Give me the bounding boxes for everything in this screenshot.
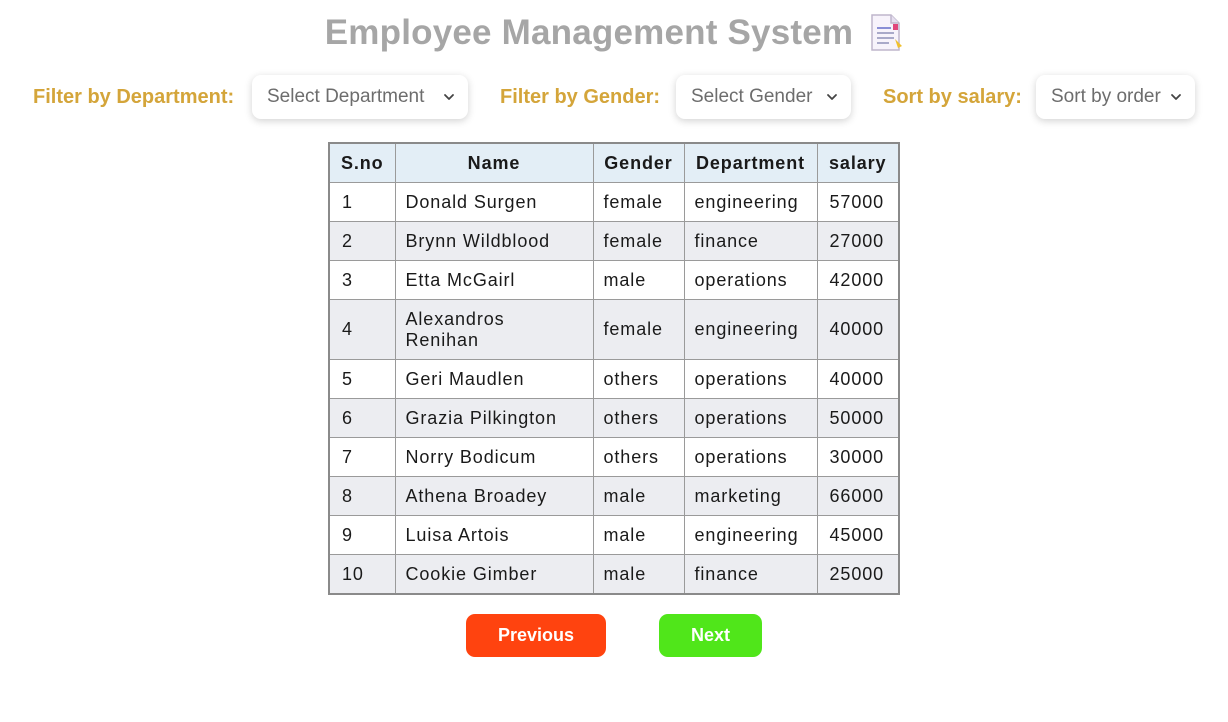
- column-header-name: Name: [394, 142, 594, 183]
- employee-table: S.no Name Gender Department salary 1 Don…: [328, 142, 900, 595]
- cell-sno: 6: [328, 398, 396, 438]
- cell-department: operations: [683, 359, 818, 399]
- cell-gender: others: [592, 359, 685, 399]
- cell-name: Geri Maudlen: [394, 359, 594, 399]
- cell-name: Alexandros Renihan: [394, 299, 594, 360]
- cell-sno: 2: [328, 221, 396, 261]
- previous-button[interactable]: Previous: [466, 614, 606, 657]
- cell-salary: 45000: [816, 515, 900, 555]
- table-row: 4 Alexandros Renihan female engineering …: [328, 299, 900, 360]
- header: Employee Management System: [0, 10, 1228, 56]
- cell-name: Cookie Gimber: [394, 554, 594, 595]
- column-header-department: Department: [683, 142, 818, 183]
- chevron-down-icon: [1171, 94, 1181, 100]
- cell-sno: 10: [328, 554, 396, 595]
- cell-department: operations: [683, 437, 818, 477]
- cell-department: engineering: [683, 515, 818, 555]
- table-row: 2 Brynn Wildblood female finance 27000: [328, 221, 900, 261]
- cell-department: engineering: [683, 182, 818, 222]
- cell-gender: female: [592, 221, 685, 261]
- page-title: Employee Management System: [324, 13, 854, 52]
- cell-salary: 40000: [816, 299, 900, 360]
- cell-sno: 5: [328, 359, 396, 399]
- cell-salary: 25000: [816, 554, 900, 595]
- table-row: 9 Luisa Artois male engineering 45000: [328, 515, 900, 555]
- cell-salary: 50000: [816, 398, 900, 438]
- cell-gender: male: [592, 515, 685, 555]
- cell-name: Brynn Wildblood: [394, 221, 594, 261]
- cell-name: Luisa Artois: [394, 515, 594, 555]
- document-icon: [871, 14, 903, 51]
- cell-department: engineering: [683, 299, 818, 360]
- cell-department: operations: [683, 260, 818, 300]
- cell-sno: 4: [328, 299, 396, 360]
- table-row: 7 Norry Bodicum others operations 30000: [328, 437, 900, 477]
- cell-gender: male: [592, 476, 685, 516]
- table-row: 8 Athena Broadey male marketing 66000: [328, 476, 900, 516]
- cell-salary: 42000: [816, 260, 900, 300]
- cell-gender: others: [592, 398, 685, 438]
- cell-gender: others: [592, 437, 685, 477]
- table-header-row: S.no Name Gender Department salary: [328, 142, 900, 183]
- gender-select[interactable]: Select Gender: [676, 75, 851, 119]
- cell-department: finance: [683, 554, 818, 595]
- cell-salary: 57000: [816, 182, 900, 222]
- gender-select-value: Select Gender: [691, 86, 813, 107]
- next-button[interactable]: Next: [659, 614, 762, 657]
- cell-gender: female: [592, 182, 685, 222]
- table-row: 10 Cookie Gimber male finance 25000: [328, 554, 900, 595]
- column-header-sno: S.no: [328, 142, 396, 183]
- column-header-salary: salary: [816, 142, 900, 183]
- department-select-value: Select Department: [267, 86, 425, 107]
- table-row: 5 Geri Maudlen others operations 40000: [328, 359, 900, 399]
- cell-department: operations: [683, 398, 818, 438]
- cell-salary: 66000: [816, 476, 900, 516]
- table-row: 6 Grazia Pilkington others operations 50…: [328, 398, 900, 438]
- cell-gender: male: [592, 554, 685, 595]
- cell-sno: 1: [328, 182, 396, 222]
- cell-sno: 7: [328, 437, 396, 477]
- page: Employee Management System Filter by Dep…: [0, 0, 1228, 722]
- cell-department: finance: [683, 221, 818, 261]
- cell-salary: 30000: [816, 437, 900, 477]
- column-header-gender: Gender: [592, 142, 685, 183]
- department-filter-label: Filter by Department:: [33, 86, 235, 108]
- salary-sort-label: Sort by salary:: [883, 86, 1022, 108]
- salary-sort-value: Sort by order: [1051, 86, 1161, 107]
- cell-sno: 9: [328, 515, 396, 555]
- cell-sno: 3: [328, 260, 396, 300]
- chevron-down-icon: [827, 94, 837, 100]
- filter-bar: Filter by Department: Select Department …: [0, 74, 1228, 120]
- gender-filter-label: Filter by Gender:: [500, 86, 661, 108]
- cell-sno: 8: [328, 476, 396, 516]
- cell-gender: male: [592, 260, 685, 300]
- cell-salary: 40000: [816, 359, 900, 399]
- cell-department: marketing: [683, 476, 818, 516]
- chevron-down-icon: [444, 94, 454, 100]
- cell-name: Donald Surgen: [394, 182, 594, 222]
- cell-gender: female: [592, 299, 685, 360]
- cell-name: Etta McGairl: [394, 260, 594, 300]
- table-row: 1 Donald Surgen female engineering 57000: [328, 182, 900, 222]
- department-select[interactable]: Select Department: [252, 75, 468, 119]
- table-row: 3 Etta McGairl male operations 42000: [328, 260, 900, 300]
- cell-name: Athena Broadey: [394, 476, 594, 516]
- cell-name: Norry Bodicum: [394, 437, 594, 477]
- cell-salary: 27000: [816, 221, 900, 261]
- salary-sort-select[interactable]: Sort by order: [1036, 75, 1195, 119]
- cell-name: Grazia Pilkington: [394, 398, 594, 438]
